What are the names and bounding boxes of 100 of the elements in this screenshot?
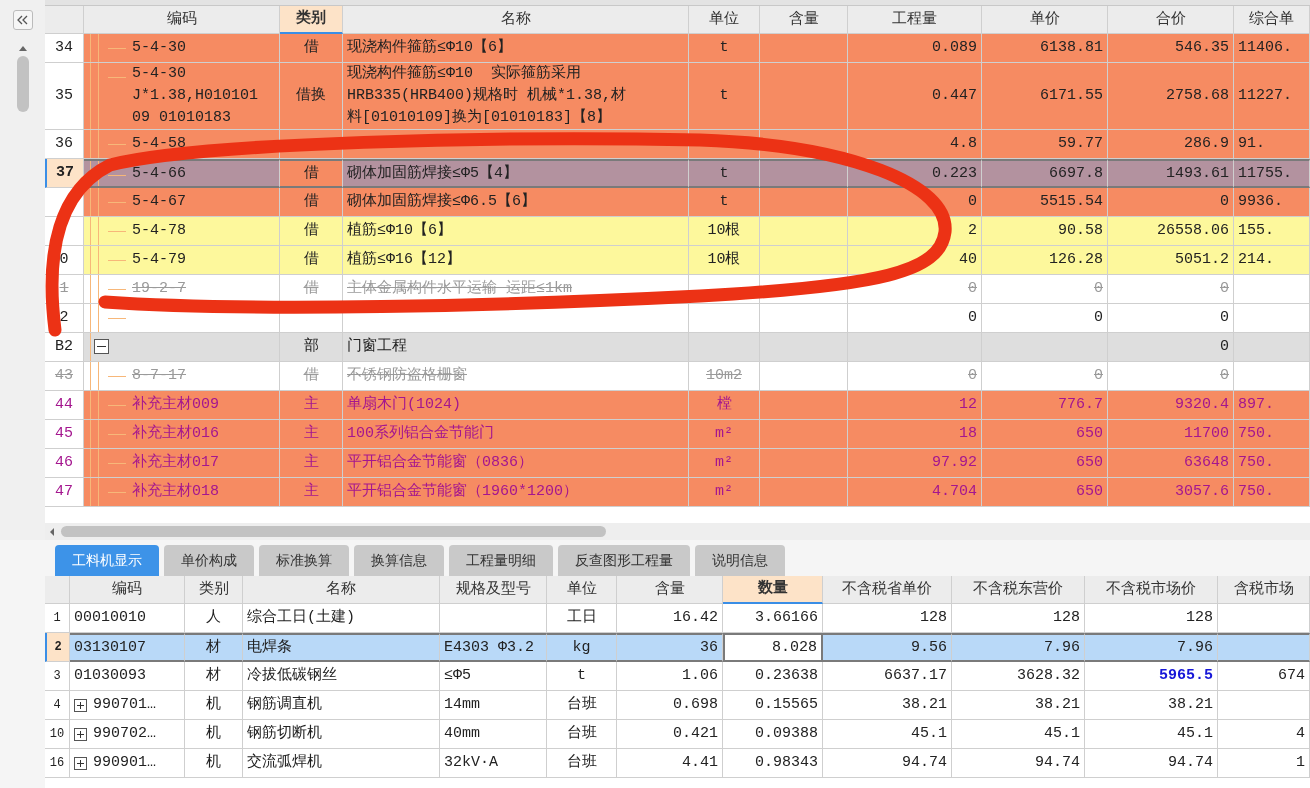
table-cell: 主 [280, 478, 343, 507]
table-cell: 36 [617, 633, 723, 662]
column-header[interactable]: 不含税市场价 [1085, 576, 1218, 604]
row-number[interactable]: B2 [45, 333, 84, 362]
row-number[interactable]: 16 [45, 749, 70, 778]
table-cell: 4 [1218, 720, 1310, 749]
cell-text-line: 料[01010109]换为[01010183]【8】 [347, 107, 612, 128]
column-header[interactable]: 含量 [617, 576, 723, 604]
table-cell: 借 [280, 188, 343, 217]
row-number[interactable]: 10 [45, 720, 70, 749]
table-cell: 0.09388 [723, 720, 823, 749]
table-cell: 63648 [1108, 449, 1234, 478]
row-number[interactable]: 37 [45, 159, 84, 188]
table-cell: 155. [1234, 217, 1310, 246]
table-cell: 5-4-79 [84, 246, 280, 275]
row-number[interactable]: 3 [45, 662, 70, 691]
table-cell: 交流弧焊机 [243, 749, 440, 778]
cell-text-line: HRB335(HRB400)规格时 机械*1.38,材 [347, 85, 627, 106]
table-cell: 机 [185, 749, 243, 778]
scrollbar[interactable] [45, 523, 1310, 540]
row-number[interactable]: 44 [45, 391, 84, 420]
column-header[interactable]: 含税市场 [1218, 576, 1310, 604]
table-cell: 0 [982, 362, 1108, 391]
column-header[interactable]: 单位 [547, 576, 617, 604]
table-cell: 11227. [1234, 63, 1310, 130]
table-cell: 990901… [70, 749, 185, 778]
table-cell: 材 [185, 633, 243, 662]
table-cell: 4.41 [617, 749, 723, 778]
column-header[interactable]: 不含税东营价 [952, 576, 1085, 604]
table-cell: 部 [280, 333, 343, 362]
table-cell: t [689, 63, 760, 130]
table-cell: 3057.6 [1108, 478, 1234, 507]
table-cell: 100系列铝合金节能门 [343, 420, 689, 449]
column-header[interactable]: 规格及型号 [440, 576, 547, 604]
table-cell: 5-4-30 [84, 34, 280, 63]
table-cell: 45.1 [952, 720, 1085, 749]
minus-box-icon[interactable] [94, 339, 109, 354]
column-header[interactable]: 含量 [760, 6, 848, 34]
tab[interactable]: 换算信息 [354, 545, 444, 576]
table-cell: 94.74 [1085, 749, 1218, 778]
column-header[interactable]: 类别 [185, 576, 243, 604]
row-number[interactable]: 2 [45, 633, 70, 662]
tab[interactable]: 标准换算 [259, 545, 349, 576]
column-header[interactable]: 单位 [689, 6, 760, 34]
column-header[interactable]: 不含税省单价 [823, 576, 952, 604]
column-header[interactable]: 工程量 [848, 6, 982, 34]
table-cell: 97.92 [848, 449, 982, 478]
table-cell: 9936. [1234, 188, 1310, 217]
table-cell: 650 [982, 478, 1108, 507]
table-cell: 94.74 [823, 749, 952, 778]
column-header[interactable]: 类别 [280, 6, 343, 34]
table-cell: 主 [280, 449, 343, 478]
column-header[interactable]: 合价 [1108, 6, 1234, 34]
tab[interactable]: 说明信息 [695, 545, 785, 576]
row-number[interactable]: 45 [45, 420, 84, 449]
tab[interactable]: 反查图形工程量 [558, 545, 690, 576]
column-header[interactable]: 名称 [343, 6, 689, 34]
table-cell: 59.77 [982, 130, 1108, 159]
column-header[interactable]: 综合单 [1234, 6, 1310, 34]
table-cell: 18 [848, 420, 982, 449]
scroll-up-icon[interactable] [17, 44, 28, 52]
table-cell: 11406. [1234, 34, 1310, 63]
table-cell: 借 [280, 246, 343, 275]
table-cell: 286.9 [1108, 130, 1234, 159]
table-cell: 借 [280, 159, 343, 188]
scroll-thumb[interactable] [61, 526, 606, 537]
table-cell: 11755. [1234, 159, 1310, 188]
plus-box-icon[interactable] [74, 756, 87, 770]
table-cell: 38.21 [1085, 691, 1218, 720]
table-cell: 1 [1218, 749, 1310, 778]
tab[interactable]: 单价构成 [164, 545, 254, 576]
table-cell: 机 [185, 691, 243, 720]
table-cell: m² [689, 420, 760, 449]
column-header[interactable]: 名称 [243, 576, 440, 604]
table-cell [689, 304, 760, 333]
row-number[interactable]: 46 [45, 449, 84, 478]
table-cell: 6697.8 [982, 159, 1108, 188]
row-number[interactable]: 34 [45, 34, 84, 63]
scroll-thumb[interactable] [16, 56, 29, 112]
row-number[interactable]: 4 [45, 691, 70, 720]
table-cell: 5051.2 [1108, 246, 1234, 275]
row-number[interactable]: 36 [45, 130, 84, 159]
table-cell: 546.35 [1108, 34, 1234, 63]
collapse-icon[interactable] [12, 10, 33, 30]
plus-box-icon[interactable] [74, 727, 87, 741]
column-header[interactable]: 单价 [982, 6, 1108, 34]
table-cell: 0.089 [848, 34, 982, 63]
column-header[interactable]: 编码 [84, 6, 280, 34]
table-cell: t [689, 34, 760, 63]
row-number[interactable]: 47 [45, 478, 84, 507]
column-header[interactable]: 编码 [70, 576, 185, 604]
table-cell: 0.15565 [723, 691, 823, 720]
table-cell: t [547, 662, 617, 691]
plus-box-icon[interactable] [74, 698, 87, 712]
table-cell: 0 [982, 275, 1108, 304]
scroll-left-icon[interactable] [49, 526, 55, 537]
column-header[interactable]: 数量 [723, 576, 823, 604]
tab[interactable]: 工程量明细 [449, 545, 553, 576]
row-number[interactable]: 35 [45, 63, 84, 130]
table-cell: 0 [1108, 188, 1234, 217]
